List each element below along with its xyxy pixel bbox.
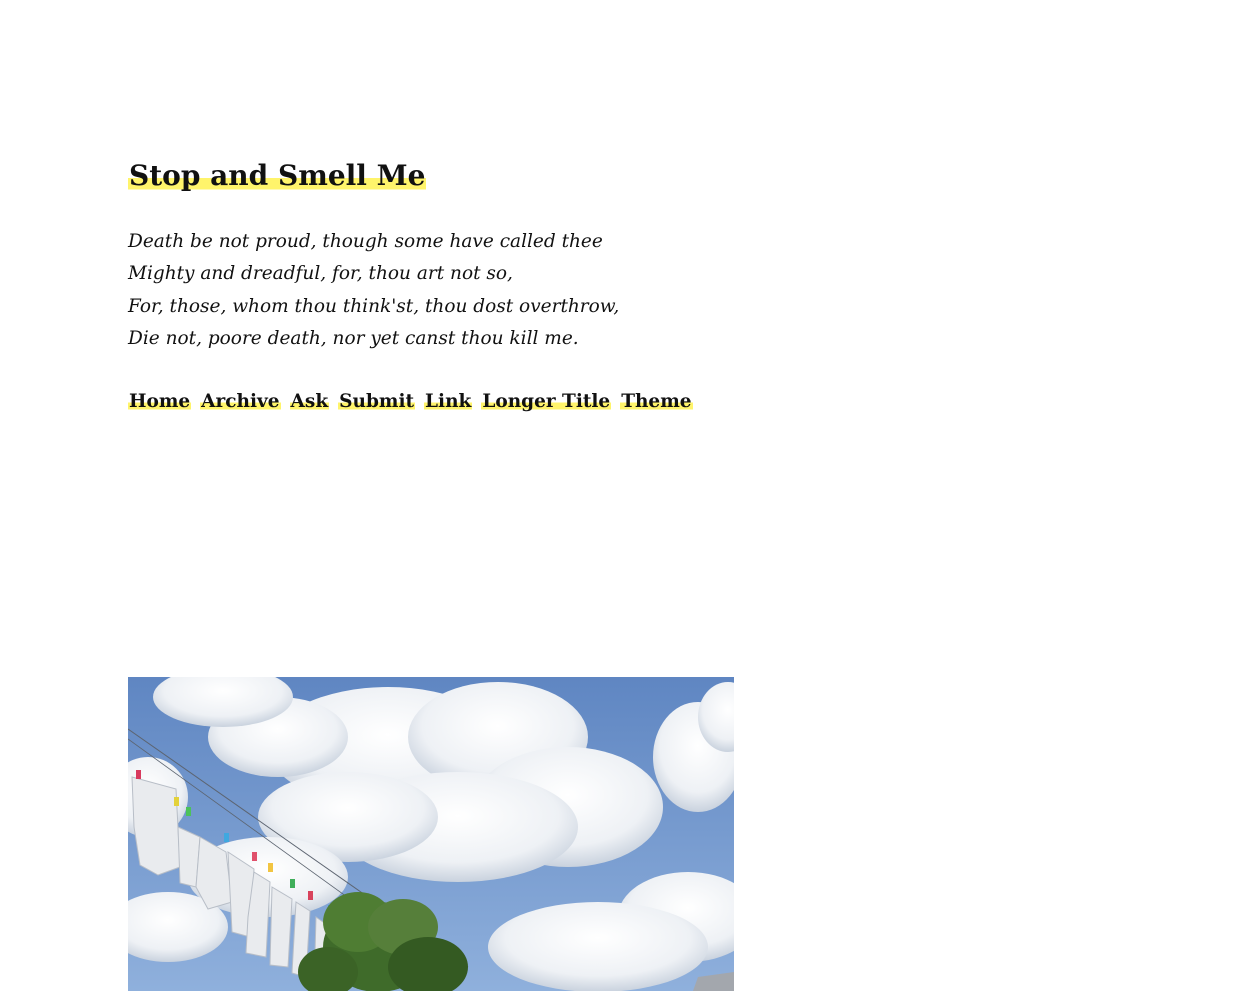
description-line: Death be not proud, though some have cal…	[128, 231, 603, 252]
nav-link-link[interactable]: Link	[424, 391, 473, 412]
nav-item-ask: Ask	[289, 386, 330, 418]
nav-item-link: Link	[424, 386, 473, 418]
description-line: Die not, poore death, nor yet canst thou…	[128, 327, 579, 349]
nav-link-archive[interactable]: Archive	[200, 391, 281, 412]
nav-item-submit: Submit	[338, 386, 416, 418]
nav-item-archive: Archive	[200, 386, 281, 418]
nav-item-longer-title: Longer Title	[481, 386, 612, 418]
nav-item-home: Home	[128, 386, 192, 418]
nav-link-longer-title[interactable]: Longer Title	[481, 391, 612, 412]
nav-item-theme: Theme	[620, 386, 693, 418]
description-line: Mighty and dreadful, for, thou art not s…	[128, 263, 513, 285]
nav-link-home[interactable]: Home	[128, 391, 192, 412]
nav-link-ask[interactable]: Ask	[289, 391, 330, 412]
photo-clothesline-sky	[128, 677, 734, 991]
nav-link-theme[interactable]: Theme	[620, 391, 693, 412]
main-nav: Home Archive Ask Submit Link Longer Titl…	[128, 386, 693, 418]
blog-title[interactable]: Stop and Smell Me	[128, 158, 427, 194]
blog-description: Death be not proud, though some have cal…	[128, 226, 619, 355]
post-photo[interactable]	[128, 677, 734, 991]
description-line: For, those, whom thou think'st, thou dos…	[128, 295, 620, 317]
blog-title-text[interactable]: Stop and Smell Me	[128, 159, 427, 192]
nav-link-submit[interactable]: Submit	[338, 391, 416, 412]
